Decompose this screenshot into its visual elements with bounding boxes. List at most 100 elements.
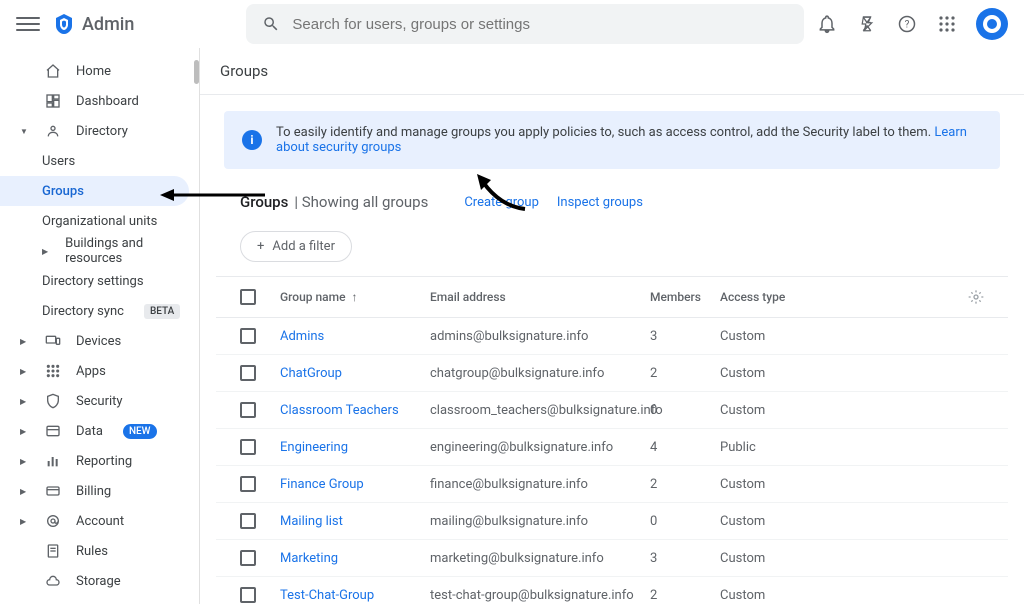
col-header-members[interactable]: Members bbox=[650, 290, 720, 304]
group-email: classroom_teachers@bulksignature.info bbox=[430, 403, 650, 418]
table-row[interactable]: ChatGroup chatgroup@bulksignature.info 2… bbox=[216, 355, 1008, 392]
avatar[interactable] bbox=[976, 8, 1008, 40]
settings-icon[interactable] bbox=[968, 289, 984, 305]
group-members: 2 bbox=[650, 366, 720, 381]
select-all-checkbox[interactable] bbox=[240, 289, 256, 305]
group-access: Public bbox=[720, 440, 840, 455]
col-header-name[interactable]: Group name ↑ bbox=[280, 290, 430, 304]
group-name-link[interactable]: Marketing bbox=[280, 551, 430, 566]
sidebar-item-billing[interactable]: ▶Billing bbox=[0, 476, 199, 506]
caret-right-icon: ▶ bbox=[20, 367, 30, 376]
group-access: Custom bbox=[720, 329, 840, 344]
row-checkbox[interactable] bbox=[240, 513, 256, 529]
row-checkbox[interactable] bbox=[240, 328, 256, 344]
group-email: finance@bulksignature.info bbox=[430, 477, 650, 492]
sidebar-item-account[interactable]: ▶Account bbox=[0, 506, 199, 536]
sidebar-item-buildings[interactable]: ▶Buildings and resources bbox=[0, 236, 199, 266]
sidebar-item-org-units[interactable]: Organizational units bbox=[0, 206, 199, 236]
app-title: Admin bbox=[82, 14, 134, 35]
sidebar-item-directory-sync[interactable]: Directory sync BETA bbox=[0, 296, 199, 326]
sidebar-item-label: Directory sync bbox=[42, 304, 124, 319]
chart-icon bbox=[44, 452, 62, 470]
notifications-icon[interactable] bbox=[816, 13, 838, 35]
group-members: 3 bbox=[650, 551, 720, 566]
sidebar-item-groups[interactable]: Groups bbox=[0, 176, 189, 206]
sidebar-item-label: Users bbox=[42, 154, 75, 169]
sidebar-item-label: Organizational units bbox=[42, 214, 157, 229]
row-checkbox[interactable] bbox=[240, 550, 256, 566]
sidebar-item-apps[interactable]: ▶Apps bbox=[0, 356, 199, 386]
sidebar: Home Dashboard ▼ Directory Users Groups … bbox=[0, 48, 200, 604]
help-icon[interactable]: ? bbox=[896, 13, 918, 35]
group-name-link[interactable]: Classroom Teachers bbox=[280, 403, 430, 418]
col-header-email[interactable]: Email address bbox=[430, 290, 650, 304]
logo[interactable]: Admin bbox=[52, 12, 134, 36]
sidebar-item-label: Groups bbox=[42, 184, 84, 199]
sidebar-item-directory-settings[interactable]: Directory settings bbox=[0, 266, 199, 296]
sidebar-item-rules[interactable]: Rules bbox=[0, 536, 199, 566]
group-name-link[interactable]: Mailing list bbox=[280, 514, 430, 529]
caret-right-icon: ▶ bbox=[20, 517, 30, 526]
group-members: 2 bbox=[650, 588, 720, 603]
row-checkbox[interactable] bbox=[240, 439, 256, 455]
devices-icon bbox=[44, 332, 62, 350]
sort-up-icon: ↑ bbox=[352, 290, 358, 304]
group-name-link[interactable]: Finance Group bbox=[280, 477, 430, 492]
sidebar-item-users[interactable]: Users bbox=[0, 146, 199, 176]
search-field[interactable] bbox=[292, 16, 788, 33]
menu-icon[interactable] bbox=[16, 12, 40, 36]
sidebar-item-security[interactable]: ▶Security bbox=[0, 386, 199, 416]
sidebar-item-dashboard[interactable]: Dashboard bbox=[0, 86, 199, 116]
sidebar-item-directory[interactable]: ▼ Directory bbox=[0, 116, 199, 146]
add-filter-button[interactable]: + Add a filter bbox=[240, 231, 352, 262]
row-checkbox[interactable] bbox=[240, 587, 256, 603]
table-row[interactable]: Finance Group finance@bulksignature.info… bbox=[216, 466, 1008, 503]
beta-badge: BETA bbox=[144, 304, 180, 319]
table-row[interactable]: Engineering engineering@bulksignature.in… bbox=[216, 429, 1008, 466]
sidebar-item-label: Buildings and resources bbox=[65, 236, 191, 266]
panel-label-subtitle: | Showing all groups bbox=[294, 193, 428, 211]
sidebar-item-label: Billing bbox=[76, 484, 111, 499]
sidebar-item-label: Directory bbox=[76, 124, 128, 139]
search-input[interactable] bbox=[246, 4, 804, 44]
table-row[interactable]: Test-Chat-Group test-chat-group@bulksign… bbox=[216, 577, 1008, 604]
group-access: Custom bbox=[720, 588, 840, 603]
panel-label-groups: Groups bbox=[240, 193, 288, 211]
info-banner: i To easily identify and manage groups y… bbox=[224, 111, 1000, 169]
create-group-link[interactable]: Create group bbox=[464, 195, 539, 210]
sidebar-item-data[interactable]: ▶DataNEW bbox=[0, 416, 199, 446]
group-members: 0 bbox=[650, 403, 720, 418]
sidebar-item-label: Home bbox=[76, 64, 111, 79]
table-row[interactable]: Mailing list mailing@bulksignature.info … bbox=[216, 503, 1008, 540]
group-name-link[interactable]: Admins bbox=[280, 329, 430, 344]
row-checkbox[interactable] bbox=[240, 476, 256, 492]
group-name-link[interactable]: ChatGroup bbox=[280, 366, 430, 381]
tasks-icon[interactable] bbox=[856, 13, 878, 35]
group-name-link[interactable]: Engineering bbox=[280, 440, 430, 455]
caret-right-icon: ▶ bbox=[20, 457, 30, 466]
row-checkbox[interactable] bbox=[240, 402, 256, 418]
apps-grid-icon[interactable] bbox=[936, 13, 958, 35]
sidebar-item-devices[interactable]: ▶Devices bbox=[0, 326, 199, 356]
sidebar-item-storage[interactable]: Storage bbox=[0, 566, 199, 596]
dashboard-icon bbox=[44, 92, 62, 110]
table-row[interactable]: Admins admins@bulksignature.info 3 Custo… bbox=[216, 318, 1008, 355]
sidebar-item-reporting[interactable]: ▶ Reporting bbox=[0, 446, 199, 476]
col-header-access[interactable]: Access type bbox=[720, 290, 840, 304]
table-row[interactable]: Marketing marketing@bulksignature.info 3… bbox=[216, 540, 1008, 577]
inspect-groups-link[interactable]: Inspect groups bbox=[557, 195, 643, 210]
scrollbar[interactable] bbox=[193, 48, 199, 604]
group-members: 2 bbox=[650, 477, 720, 492]
table-row[interactable]: Classroom Teachers classroom_teachers@bu… bbox=[216, 392, 1008, 429]
group-email: chatgroup@bulksignature.info bbox=[430, 366, 650, 381]
caret-right-icon: ▶ bbox=[20, 397, 30, 406]
sidebar-item-label: Reporting bbox=[76, 454, 132, 469]
sidebar-item-label: Data bbox=[76, 424, 103, 439]
panel-header: Groups | Showing all groups Create group… bbox=[216, 181, 1008, 223]
group-name-link[interactable]: Test-Chat-Group bbox=[280, 588, 430, 603]
sidebar-item-home[interactable]: Home bbox=[0, 56, 199, 86]
directory-icon bbox=[44, 122, 62, 140]
row-checkbox[interactable] bbox=[240, 365, 256, 381]
group-email: test-chat-group@bulksignature.info bbox=[430, 588, 650, 603]
header: Admin ? bbox=[0, 0, 1024, 48]
